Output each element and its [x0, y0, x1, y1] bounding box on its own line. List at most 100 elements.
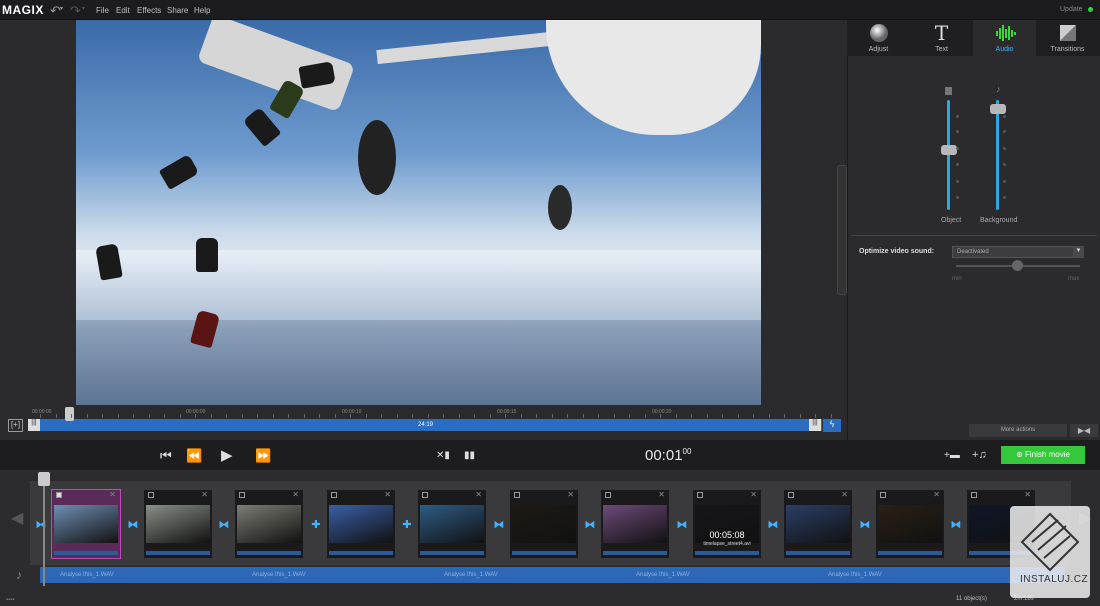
storyboard-clip[interactable]: ✕	[51, 489, 121, 559]
close-icon[interactable]: ✕	[750, 490, 757, 499]
optimize-sound-select[interactable]: Deactivated	[952, 246, 1084, 258]
clip-checkbox[interactable]	[788, 492, 794, 498]
clip-checkbox[interactable]	[331, 492, 337, 498]
preview-plane-wheel	[358, 120, 396, 195]
add-transition-icon[interactable]: ✚	[310, 518, 322, 531]
close-icon[interactable]: ✕	[109, 490, 116, 499]
clip-checkbox[interactable]	[422, 492, 428, 498]
storyboard-clip[interactable]: ✕ 00:05:08 timelapse_street4.avi	[693, 490, 761, 558]
storyboard-clip[interactable]: ✕	[235, 490, 303, 558]
music-track-icon: ♪	[16, 568, 22, 582]
optimize-sound-label: Optimize video sound:	[859, 248, 935, 255]
background-volume-knob[interactable]	[990, 103, 1006, 114]
clip-thumbnail	[420, 505, 484, 543]
clip-checkbox[interactable]	[605, 492, 611, 498]
transition-icon[interactable]: ⧓	[767, 518, 779, 531]
close-icon[interactable]: ✕	[658, 490, 665, 499]
preview-playhead[interactable]	[65, 407, 74, 421]
video-preview[interactable]	[76, 20, 761, 405]
cut-clip-icon[interactable]: ✕▮	[436, 450, 450, 461]
menu-file[interactable]: File	[96, 6, 109, 15]
storyboard-clip[interactable]: ✕	[510, 490, 578, 558]
audio-clip-label: Analyse this_1.WAV	[252, 572, 306, 578]
close-icon[interactable]: ✕	[933, 490, 940, 499]
update-label[interactable]: Update	[1060, 6, 1083, 13]
range-start-handle[interactable]: |||	[28, 419, 40, 431]
clip-checkbox[interactable]	[148, 492, 154, 498]
optimize-sound-knob[interactable]	[1011, 260, 1023, 271]
clip-checkbox[interactable]	[880, 492, 886, 498]
slider-min-label: min	[952, 276, 962, 282]
tab-adjust[interactable]: Adjust	[847, 20, 910, 56]
clip-checkbox[interactable]	[971, 492, 977, 498]
transition-icon[interactable]: ⧓	[127, 518, 139, 531]
scroll-left-icon[interactable]: ◀	[11, 508, 23, 528]
close-icon[interactable]: ✕	[201, 490, 208, 499]
menu-edit[interactable]: Edit	[116, 6, 130, 15]
transition-icon[interactable]: ⧓	[950, 518, 962, 531]
skip-start-icon[interactable]: ⏮	[160, 448, 172, 464]
clip-checkbox[interactable]	[239, 492, 245, 498]
ruler-tick	[644, 414, 646, 418]
transition-icon[interactable]: ⧓	[859, 518, 871, 531]
close-icon[interactable]: ✕	[292, 490, 299, 499]
object-volume-knob[interactable]	[941, 144, 957, 155]
transition-icon[interactable]: ⧓	[218, 518, 230, 531]
audio-track[interactable]	[40, 567, 1065, 583]
split-clip-icon[interactable]: ▮▮	[464, 450, 475, 461]
clip-checkbox[interactable]	[56, 492, 62, 498]
tab-transitions[interactable]: Transitions	[1036, 20, 1099, 56]
rewind-icon[interactable]: ⏪	[186, 448, 202, 464]
storyboard-clip[interactable]: ✕	[601, 490, 669, 558]
range-end-handle[interactable]: |||	[809, 419, 821, 431]
close-icon[interactable]: ✕	[841, 490, 848, 499]
play-icon[interactable]: ▶	[221, 446, 233, 464]
close-icon[interactable]: ✕	[567, 490, 574, 499]
redo-dropdown-icon[interactable]: ▾	[82, 5, 85, 12]
ruler-tick	[458, 414, 460, 418]
menu-help[interactable]: Help	[194, 6, 210, 15]
menu-share[interactable]: Share	[167, 6, 188, 15]
background-volume-track[interactable]	[996, 100, 999, 210]
ruler-tick	[830, 414, 832, 418]
storyboard-clip[interactable]: ✕	[327, 490, 395, 558]
panel-divider	[851, 235, 1097, 236]
storyboard-clip[interactable]: ✕	[144, 490, 212, 558]
lightning-icon[interactable]: ϟ	[823, 419, 841, 432]
transition-icon[interactable]: ⧓	[35, 518, 47, 531]
preview-plane-body	[546, 20, 761, 135]
add-transition-icon[interactable]: ✚	[401, 518, 413, 531]
tab-text[interactable]: T Text	[910, 20, 973, 56]
tab-audio[interactable]: Audio	[973, 20, 1036, 56]
more-actions-button[interactable]: More actions	[969, 424, 1067, 437]
redo-icon[interactable]: ↷	[70, 3, 81, 19]
object-volume-track[interactable]	[947, 100, 950, 210]
storyboard-clip[interactable]: ✕	[876, 490, 944, 558]
close-icon[interactable]: ✕	[384, 490, 391, 499]
ruler-tick	[55, 414, 57, 418]
add-music-icon[interactable]: +♫	[972, 449, 987, 461]
fast-forward-icon[interactable]: ⏩	[255, 448, 271, 464]
ruler-tick	[179, 414, 181, 418]
close-icon[interactable]: ✕	[1024, 490, 1031, 499]
storyboard-playhead[interactable]	[38, 472, 50, 486]
storyboard-clip[interactable]: ✕	[784, 490, 852, 558]
clip-checkbox[interactable]	[697, 492, 703, 498]
clip-checkbox[interactable]	[514, 492, 520, 498]
expand-panel-icon[interactable]: ▶◀	[1070, 424, 1098, 437]
transition-icon[interactable]: ⧓	[493, 518, 505, 531]
undo-dropdown-icon[interactable]: ▾	[60, 5, 63, 12]
zoom-fit-icon[interactable]: [+]	[8, 419, 23, 432]
panel-collapse-handle[interactable]	[837, 165, 847, 295]
chevron-down-icon[interactable]: ▾	[1073, 246, 1084, 258]
close-icon[interactable]: ✕	[475, 490, 482, 499]
menu-effects[interactable]: Effects	[137, 6, 161, 15]
transition-icon[interactable]: ⧓	[676, 518, 688, 531]
time-ruler[interactable]	[40, 406, 840, 418]
storyboard-clip[interactable]: ✕	[418, 490, 486, 558]
add-title-icon[interactable]: +▬	[944, 450, 960, 461]
transition-icon[interactable]: ⧓	[584, 518, 596, 531]
background-label: Background	[980, 217, 1018, 224]
ruler-tick	[815, 414, 816, 418]
finish-movie-button[interactable]: ⊛ Finish movie	[1001, 446, 1085, 464]
